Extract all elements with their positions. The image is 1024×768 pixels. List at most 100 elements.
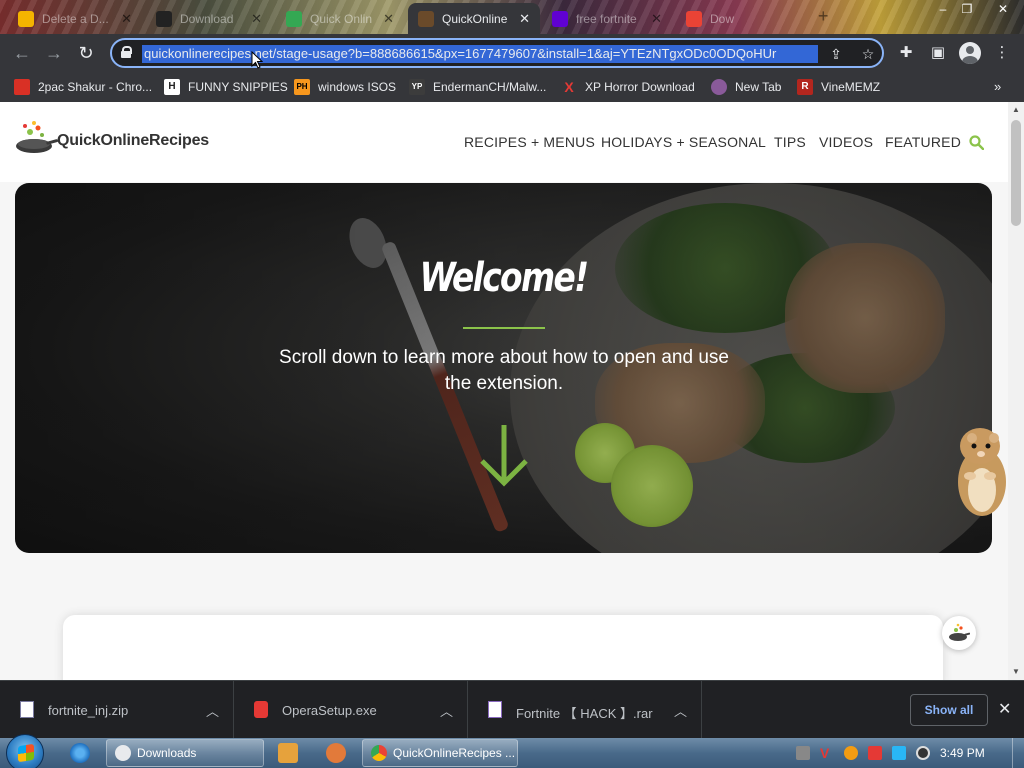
bookmarks-overflow-icon[interactable]: » <box>994 79 1001 94</box>
hero-divider <box>463 327 545 329</box>
hero-banner: Welcome! Scroll down to learn more about… <box>15 183 992 553</box>
download-filename: fortnite_inj.zip <box>48 703 129 718</box>
tab-2[interactable]: Quick Onlin ✕ <box>276 3 404 34</box>
bookmark-0[interactable]: 2pac Shakur - Chro... <box>14 77 152 97</box>
pan-logo-icon <box>16 121 58 153</box>
x-icon: X <box>564 79 574 95</box>
hero-text: Scroll down to learn more about how to o… <box>279 347 729 394</box>
tab-5[interactable]: Dow <box>676 3 806 34</box>
tab-3-active[interactable]: QuickOnline ✕ <box>408 3 540 34</box>
site-logo[interactable]: QuickOnlineRecipes <box>14 116 214 158</box>
tray-antivirus-icon[interactable]: V <box>820 746 834 760</box>
tray-network-icon[interactable] <box>796 746 810 760</box>
scroll-up-icon[interactable]: ▲ <box>1012 106 1020 114</box>
download-item-1[interactable]: OperaSetup.exe ︿ <box>234 681 468 739</box>
chevron-up-icon[interactable]: ︿ <box>206 701 219 720</box>
tab-close-icon[interactable]: ✕ <box>651 11 662 27</box>
tray-volume-icon[interactable] <box>916 746 930 760</box>
download-filename: Fortnite 【 HACK 】.rar <box>516 706 653 721</box>
nav-recipes-menus[interactable]: RECIPES + MENUS <box>464 134 595 150</box>
bookmarks-bar: 2pac Shakur - Chro... H FUNNY SNIPPIES P… <box>0 72 1024 102</box>
taskbar-window-downloads[interactable]: Downloads <box>106 739 264 767</box>
bookmark-3[interactable]: YP EndermanCH/Malw... <box>409 77 546 97</box>
tab-label: Delete a D... <box>42 11 109 26</box>
bookmark-4[interactable]: X XP Horror Download <box>561 77 695 97</box>
tab-close-icon[interactable]: ✕ <box>383 11 394 27</box>
internet-explorer-icon[interactable] <box>70 743 90 763</box>
content-card <box>63 615 943 680</box>
ph-icon: PH <box>294 79 310 95</box>
forward-arrow-icon[interactable]: → <box>42 41 66 65</box>
address-bar[interactable]: quickonlinerecipes.net/stage-usage?b=888… <box>110 38 884 68</box>
tab-close-icon[interactable]: ✕ <box>519 11 530 27</box>
nav-tips[interactable]: TIPS <box>774 134 806 150</box>
paint-icon[interactable] <box>326 743 346 763</box>
download-item-0[interactable]: fortnite_inj.zip ︿ <box>0 681 234 739</box>
chrome-icon <box>371 745 387 761</box>
nav-holidays-seasonal[interactable]: HOLIDAYS + SEASONAL <box>601 134 766 150</box>
bookmark-5[interactable]: New Tab <box>711 77 781 97</box>
reload-icon[interactable]: ↻ <box>74 41 98 65</box>
taskbar-window-label: Downloads <box>137 746 197 760</box>
share-icon[interactable]: ⇪ <box>826 44 846 64</box>
bookmark-label: 2pac Shakur - Chro... <box>38 80 153 94</box>
start-button[interactable] <box>6 734 44 768</box>
close-downloads-icon[interactable]: ✕ <box>998 699 1011 719</box>
restore-icon[interactable]: ❐ <box>952 0 982 20</box>
extensions-puzzle-icon[interactable]: ✚ <box>896 43 916 63</box>
kebab-menu-icon[interactable]: ⋮ <box>992 43 1012 63</box>
tab-4[interactable]: free fortnite ✕ <box>542 3 672 34</box>
side-panel-icon[interactable]: ▣ <box>928 43 948 63</box>
tab-label: Dow <box>710 11 735 26</box>
bookmark-1[interactable]: H FUNNY SNIPPIES <box>164 77 288 97</box>
tray-flag-icon[interactable] <box>868 746 882 760</box>
tab-label: free fortnite <box>576 11 637 26</box>
url-text[interactable]: quickonlinerecipes.net/stage-usage?b=888… <box>142 45 818 63</box>
close-window-icon[interactable]: ✕ <box>986 0 1020 20</box>
back-arrow-icon[interactable]: ← <box>10 41 34 65</box>
lock-icon[interactable] <box>121 46 132 58</box>
nav-videos[interactable]: VIDEOS <box>819 134 873 150</box>
download-filename: OperaSetup.exe <box>282 703 377 718</box>
windows-taskbar: Downloads QuickOnlineRecipes ... V 3:49 … <box>0 734 1024 768</box>
tray-search-icon[interactable] <box>844 746 858 760</box>
tray-display-icon[interactable] <box>892 746 906 760</box>
downloads-shelf: fortnite_inj.zip ︿ OperaSetup.exe ︿ Fort… <box>0 680 1024 739</box>
tab-1[interactable]: Download ✕ <box>146 3 272 34</box>
show-desktop-button[interactable] <box>1012 738 1024 768</box>
tab-favicon-icon <box>686 10 702 27</box>
tab-label: Quick Onlin <box>310 11 373 26</box>
rar-file-icon <box>488 701 502 718</box>
yp-icon: YP <box>409 79 425 95</box>
bookmark-6[interactable]: R VineMEMZ <box>797 77 880 97</box>
arrow-down-icon[interactable] <box>476 421 532 491</box>
tab-close-icon[interactable]: ✕ <box>251 11 262 27</box>
mouse-cursor-icon <box>251 51 263 69</box>
taskbar-window-chrome[interactable]: QuickOnlineRecipes ... <box>362 739 518 767</box>
bookmark-2[interactable]: PH windows ISOS <box>294 77 396 97</box>
scroll-thumb[interactable] <box>1011 120 1021 226</box>
scroll-down-icon[interactable]: ▼ <box>1012 668 1020 676</box>
search-icon[interactable] <box>969 135 984 150</box>
chevron-up-icon[interactable]: ︿ <box>440 701 453 720</box>
site-header: QuickOnlineRecipes RECIPES + MENUS HOLID… <box>0 102 1008 182</box>
media-player-icon[interactable] <box>278 743 298 763</box>
nav-featured[interactable]: FEATURED <box>885 134 961 150</box>
chevron-up-icon[interactable]: ︿ <box>674 701 687 720</box>
download-item-2[interactable]: Fortnite 【 HACK 】.rar ︿ <box>468 681 702 739</box>
bookmark-star-icon[interactable]: ☆ <box>858 44 878 64</box>
chrome-icon <box>115 745 131 761</box>
tab-favicon-icon <box>286 10 302 27</box>
zip-file-icon <box>20 701 34 718</box>
bookmark-label: XP Horror Download <box>585 80 695 94</box>
tab-close-icon[interactable]: ✕ <box>121 11 132 27</box>
tab-0[interactable]: Delete a D... ✕ <box>8 3 142 34</box>
assistant-badge[interactable] <box>942 616 976 650</box>
profile-avatar-icon[interactable] <box>959 42 981 64</box>
show-all-downloads-button[interactable]: Show all <box>910 694 988 726</box>
new-tab-plus-icon[interactable]: + <box>818 6 829 27</box>
bookmark-label: FUNNY SNIPPIES <box>188 80 288 94</box>
page-scrollbar[interactable]: ▲ ▼ <box>1008 102 1024 680</box>
pan-logo-icon <box>949 623 970 641</box>
taskbar-clock[interactable]: 3:49 PM <box>940 746 985 760</box>
